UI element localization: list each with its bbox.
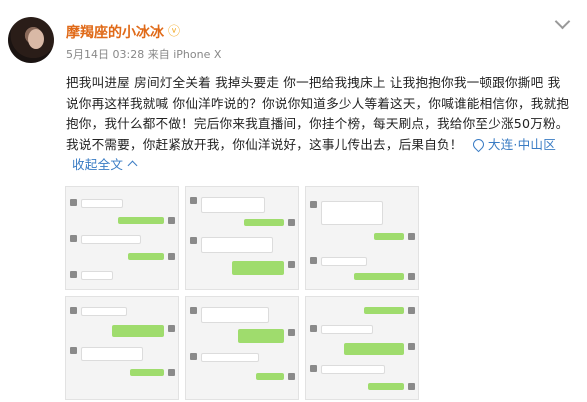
location-link[interactable]: 大连·中山区 <box>467 136 557 152</box>
chat-bubble <box>354 273 404 280</box>
post-meta: 5月14日 03:28 来自 iPhone X <box>66 46 221 62</box>
chat-avatar <box>168 325 175 332</box>
chat-bubble <box>368 383 404 390</box>
chat-bubble <box>201 307 269 323</box>
chat-avatar <box>408 307 415 314</box>
chat-bubble <box>128 253 164 260</box>
chat-avatar <box>288 261 295 268</box>
location-pin-icon <box>470 136 487 152</box>
post-date: 5月14日 <box>66 48 109 61</box>
chat-avatar <box>70 235 77 242</box>
chat-avatar <box>70 347 77 354</box>
chat-avatar <box>70 271 77 278</box>
chat-avatar <box>168 369 175 376</box>
chat-bubble <box>81 307 127 316</box>
chat-avatar <box>190 237 197 244</box>
chat-bubble <box>201 197 265 213</box>
chat-screenshot[interactable] <box>305 296 419 400</box>
chat-bubble <box>238 329 284 343</box>
chat-screenshot[interactable] <box>65 296 179 400</box>
vip-badge-icon: ⓥ <box>168 24 181 38</box>
chat-avatar <box>288 373 295 380</box>
chat-bubble <box>130 369 164 376</box>
chat-bubble <box>321 325 373 334</box>
post-body: 把我叫进屋 房间灯全关着 我掉头要走 你一把给我拽床上 让我抱抱你我一顿跟你撕吧… <box>66 73 571 176</box>
chat-bubble <box>112 325 164 337</box>
chat-screenshot[interactable] <box>305 186 419 290</box>
chat-bubble <box>321 201 383 225</box>
chat-avatar <box>310 201 317 208</box>
chat-avatar <box>310 365 317 372</box>
image-grid <box>65 186 419 402</box>
chat-bubble <box>364 307 404 314</box>
chat-bubble <box>244 219 284 226</box>
chat-bubble <box>256 373 284 380</box>
avatar[interactable] <box>8 17 54 63</box>
chat-bubble <box>201 237 273 253</box>
chat-avatar <box>288 219 295 226</box>
chat-avatar <box>70 199 77 206</box>
post-source-prefix: 来自 <box>147 48 170 61</box>
chat-bubble <box>81 271 113 280</box>
chat-bubble <box>321 365 385 374</box>
chat-avatar <box>168 217 175 224</box>
chat-avatar <box>408 383 415 390</box>
chevron-down-icon[interactable] <box>554 13 571 30</box>
chat-avatar <box>408 233 415 240</box>
chat-bubble <box>232 261 284 275</box>
chat-avatar <box>168 253 175 260</box>
chat-screenshot[interactable] <box>185 296 299 400</box>
chat-avatar <box>310 257 317 264</box>
chat-avatar <box>190 353 197 360</box>
avatar-face <box>28 29 44 49</box>
chat-screenshot[interactable] <box>65 186 179 290</box>
post-time: 03:28 <box>112 48 145 61</box>
chat-bubble <box>201 353 259 362</box>
chat-bubble <box>81 235 141 244</box>
collapse-button[interactable]: 收起全文 <box>72 157 138 172</box>
chat-avatar <box>408 273 415 280</box>
chat-avatar <box>310 325 317 332</box>
chat-avatar <box>70 307 77 314</box>
chat-bubble <box>81 199 123 208</box>
chat-bubble <box>81 347 143 361</box>
chat-avatar <box>408 343 415 350</box>
chat-bubble <box>344 343 404 355</box>
chat-bubble <box>118 217 164 224</box>
chat-avatar <box>190 307 197 314</box>
username[interactable]: 摩羯座的小冰冰 <box>66 22 164 42</box>
chat-bubble <box>321 257 367 266</box>
chat-bubble <box>374 233 404 240</box>
chat-avatar <box>190 197 197 204</box>
chevron-up-icon <box>127 160 138 171</box>
location-label: 大连·中山区 <box>487 136 557 152</box>
chat-screenshot[interactable] <box>185 186 299 290</box>
chat-avatar <box>288 329 295 336</box>
post-source: iPhone X <box>173 48 222 61</box>
collapse-label: 收起全文 <box>72 157 124 172</box>
